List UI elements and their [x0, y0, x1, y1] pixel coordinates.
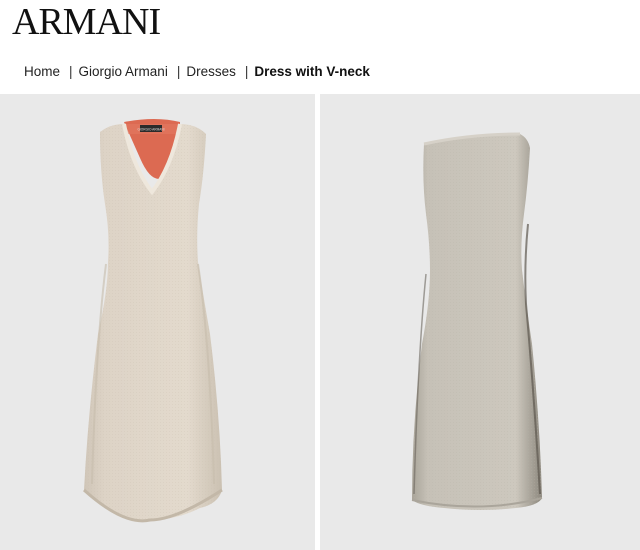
- dress-back-illustration: [411, 132, 543, 510]
- breadcrumb-current-page: Dress with V-neck: [254, 64, 370, 79]
- site-header: ARMANI: [0, 0, 640, 55]
- breadcrumb-dresses-link[interactable]: Dresses: [186, 64, 236, 79]
- dress-front-illustration: GIORGIO ARMANI: [82, 119, 223, 523]
- breadcrumb-separator: |: [69, 64, 73, 79]
- breadcrumb-separator: |: [244, 64, 249, 79]
- breadcrumb-home-link[interactable]: Home: [24, 64, 60, 79]
- breadcrumb: Home | Giorgio Armani | Dresses | Dress …: [24, 64, 370, 79]
- product-gallery: GIORGIO ARMANI: [0, 94, 640, 550]
- product-image-front[interactable]: GIORGIO ARMANI: [0, 94, 315, 550]
- armani-logo[interactable]: ARMANI: [12, 0, 161, 44]
- breadcrumb-separator: |: [176, 64, 181, 79]
- brand-label-text: GIORGIO ARMANI: [137, 128, 164, 132]
- breadcrumb-giorgio-armani-link[interactable]: Giorgio Armani: [79, 64, 168, 79]
- product-image-back[interactable]: [320, 94, 640, 550]
